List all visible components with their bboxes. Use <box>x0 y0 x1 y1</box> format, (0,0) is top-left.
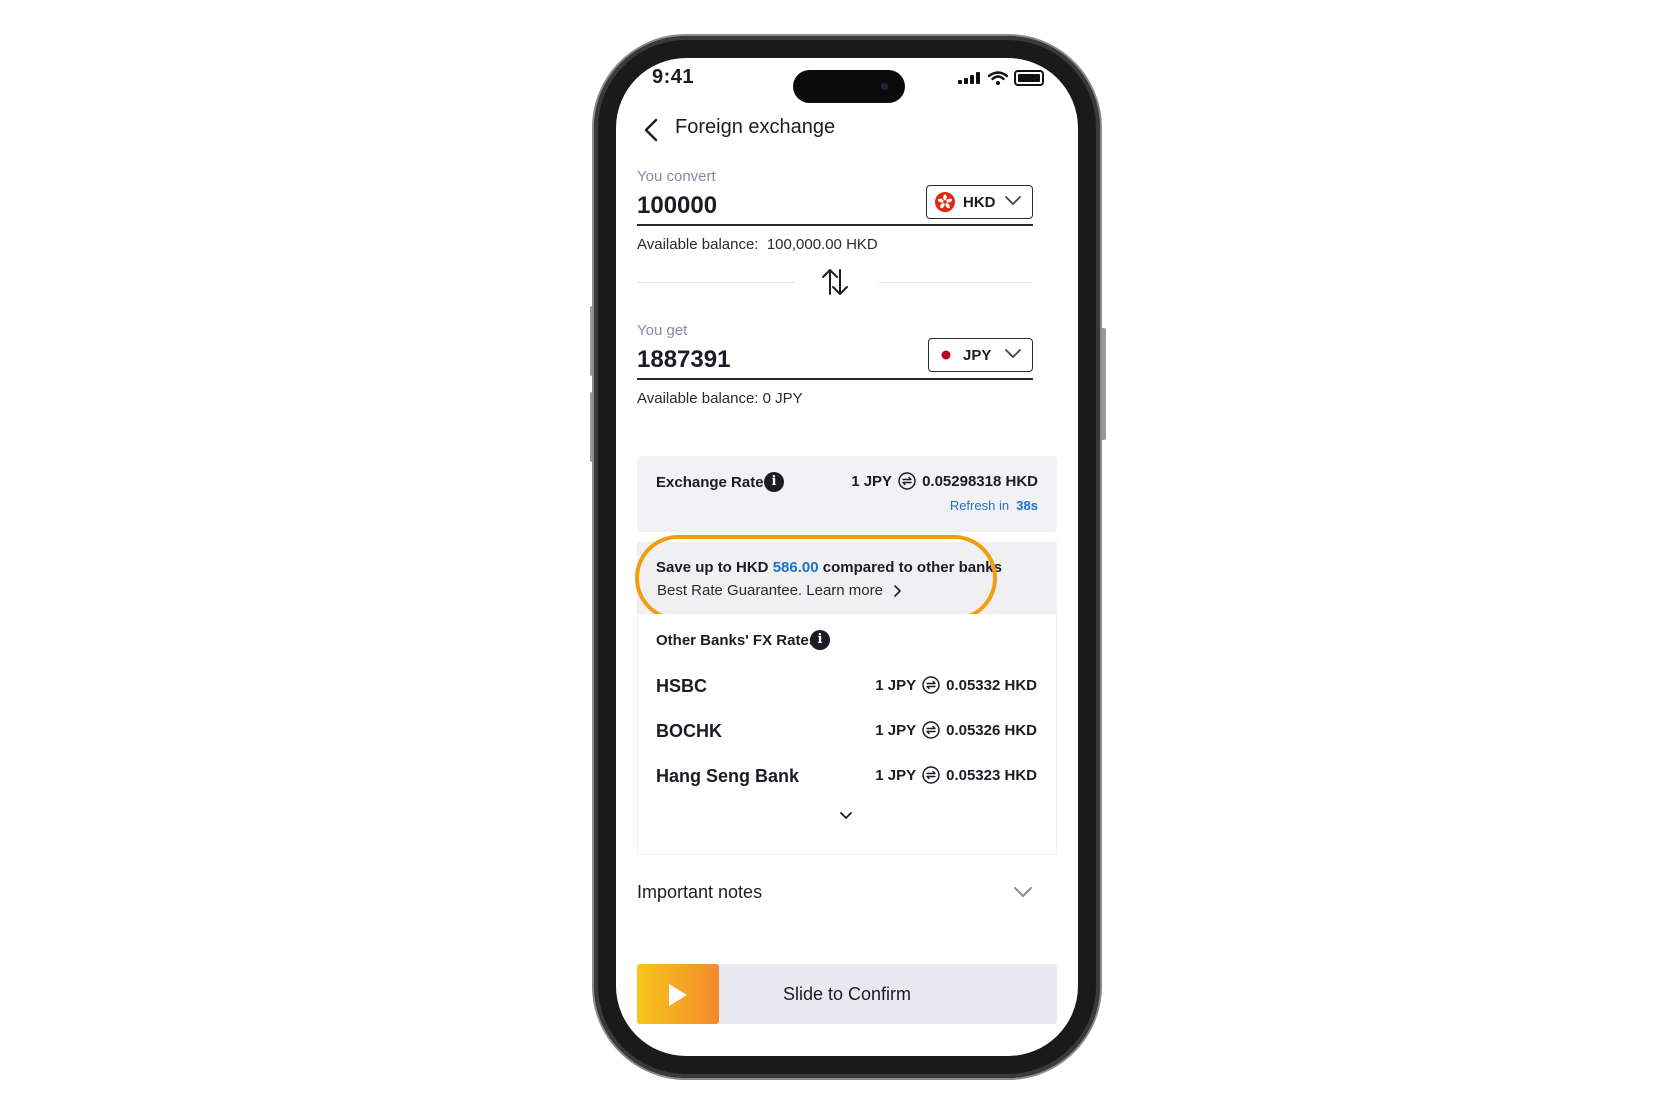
camera-icon <box>879 81 890 92</box>
hk-flag-icon <box>935 192 955 212</box>
bank-rate-from: 1 JPY <box>875 721 917 739</box>
exchange-rate-to: 0.05298318 HKD <box>922 472 1038 490</box>
refresh-timer: Refresh in 38s <box>950 498 1038 513</box>
exchange-rate-from: 1 JPY <box>851 472 893 490</box>
exchange-circle-icon <box>922 676 940 694</box>
convert-balance: Available balance: 100,000.00 HKD <box>637 236 878 253</box>
convert-amount-input[interactable]: 100000 <box>637 192 717 220</box>
signal-icon <box>958 72 982 84</box>
status-icons <box>958 70 1044 86</box>
bank-rate-to: 0.05332 HKD <box>946 676 1037 694</box>
refresh-label: Refresh in <box>949 498 1010 513</box>
battery-icon <box>1014 70 1044 86</box>
dynamic-island <box>793 70 905 103</box>
get-amount-input[interactable]: 1887391 <box>637 346 730 374</box>
info-icon[interactable]: i <box>764 472 784 492</box>
important-notes-toggle[interactable]: Important notes <box>637 882 762 903</box>
get-currency-select[interactable]: JPY <box>928 338 1033 372</box>
slide-to-confirm-handle[interactable] <box>637 964 719 1024</box>
bank-rate-hsbc: 1 JPY 0.05332 HKD <box>875 676 1037 694</box>
phone-screen: 9:41 Foreign exchange You convert 100000 <box>616 58 1078 1056</box>
exchange-circle-icon <box>898 472 916 490</box>
power-button <box>1100 328 1106 440</box>
convert-currency-select[interactable]: HKD <box>926 185 1033 219</box>
bank-name-bochk: BOCHK <box>656 721 722 741</box>
get-label: You get <box>637 322 688 339</box>
swap-vertical-icon[interactable] <box>820 266 850 298</box>
info-icon[interactable]: i <box>810 630 830 650</box>
divider-left <box>637 282 795 283</box>
bank-rate-to: 0.05326 HKD <box>946 721 1037 739</box>
convert-balance-label: Available balance: <box>637 236 759 253</box>
bank-rate-to: 0.05323 HKD <box>946 766 1037 784</box>
get-currency-code: JPY <box>963 346 992 364</box>
chevron-down-icon[interactable] <box>838 810 854 822</box>
convert-balance-value: 100,000.00 HKD <box>766 236 878 253</box>
chevron-down-icon <box>1005 349 1021 358</box>
chevron-left-icon[interactable] <box>638 116 666 144</box>
exchange-circle-icon <box>922 766 940 784</box>
chevron-down-icon[interactable] <box>1012 884 1034 900</box>
convert-currency-code: HKD <box>963 193 996 211</box>
bank-rate-hang-seng: 1 JPY 0.05323 HKD <box>875 766 1037 784</box>
exchange-rate-value: 1 JPY 0.05298318 HKD <box>851 472 1038 490</box>
exchange-rate-card: Exchange Rate i 1 JPY 0.05298318 HKD Ref… <box>637 456 1057 532</box>
bank-rate-from: 1 JPY <box>875 766 917 784</box>
bank-name-hang-seng: Hang Seng Bank <box>656 766 800 786</box>
wifi-icon <box>988 71 1008 85</box>
play-icon <box>669 984 687 1006</box>
jp-flag-icon <box>937 346 955 364</box>
chevron-down-icon <box>1005 196 1021 205</box>
page-title: Foreign exchange <box>675 116 836 138</box>
refresh-countdown: 38s <box>1016 498 1038 513</box>
convert-label: You convert <box>637 168 716 185</box>
divider-right <box>878 282 1033 283</box>
get-underline <box>637 378 1033 380</box>
bank-rate-bochk: 1 JPY 0.05326 HKD <box>875 721 1037 739</box>
other-banks-title: Other Banks' FX Rates <box>656 632 818 649</box>
convert-underline <box>637 224 1033 226</box>
exchange-circle-icon <box>922 721 940 739</box>
bank-name-hsbc: HSBC <box>656 676 708 696</box>
status-time: 9:41 <box>652 66 695 88</box>
highlight-ring <box>635 535 997 621</box>
bank-rate-from: 1 JPY <box>875 676 917 694</box>
other-banks-card: Other Banks' FX Rates i HSBC 1 JPY 0.053… <box>637 614 1057 855</box>
exchange-rate-label: Exchange Rate <box>656 474 764 491</box>
get-balance: Available balance: 0 JPY <box>637 390 803 407</box>
